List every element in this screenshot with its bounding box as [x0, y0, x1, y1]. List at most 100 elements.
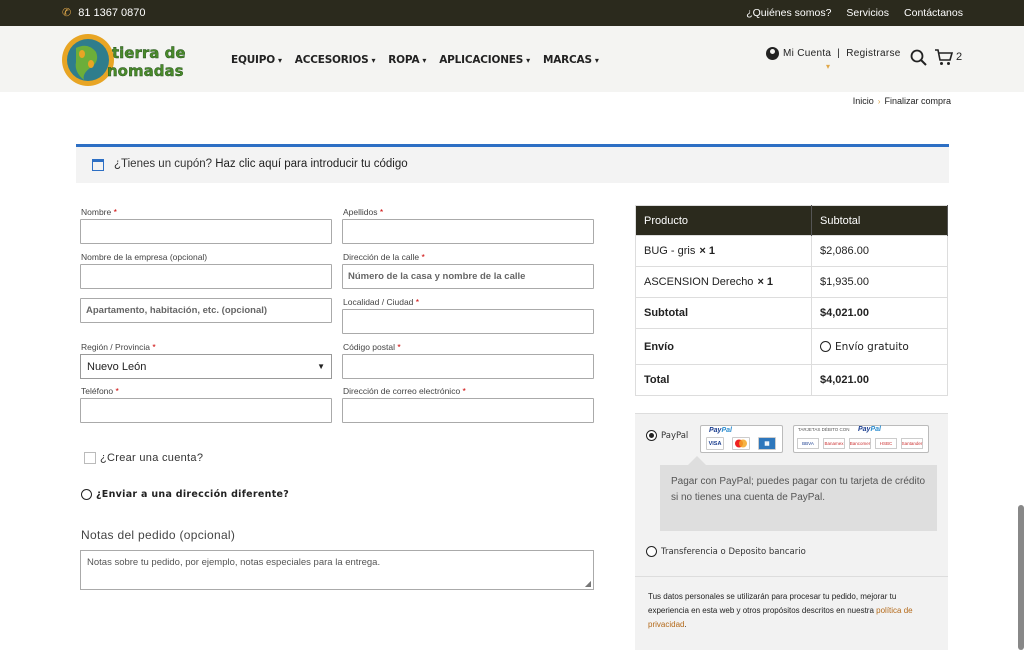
ship-different-label: ¿Enviar a una dirección diferente?: [96, 489, 290, 500]
localidad-label: Localidad / Ciudad *: [343, 297, 420, 307]
hsbc-icon: HSBC: [875, 438, 897, 449]
postal-field[interactable]: [342, 354, 594, 379]
link-quienes-somos[interactable]: ¿Quiénes somos?: [746, 7, 831, 19]
ship-different-radio[interactable]: [81, 489, 92, 500]
resize-handle-icon[interactable]: ◢: [585, 579, 591, 588]
breadcrumb: Inicio › Finalizar compra: [853, 96, 951, 106]
nav-ropa[interactable]: ROPA ▾: [388, 54, 426, 66]
item-price: $2,086.00: [811, 235, 948, 267]
postal-label: Código postal *: [343, 342, 401, 352]
paypal-option[interactable]: PayPal: [646, 430, 688, 441]
order-summary-table: Producto Subtotal BUG - gris × 1 $2,086.0…: [635, 205, 948, 396]
empresa-label: Nombre de la empresa (opcional): [81, 252, 208, 262]
table-row: BUG - gris × 1 $2,086.00: [635, 235, 948, 267]
register-link[interactable]: Registrarse: [846, 48, 900, 59]
breadcrumb-current: Finalizar compra: [884, 96, 951, 106]
total-label: Total: [635, 364, 812, 396]
paypal-label: PayPal: [661, 430, 689, 441]
chevron-down-icon: ▾: [594, 55, 599, 65]
top-links: ¿Quiénes somos? Servicios Contáctanos: [746, 7, 963, 19]
telefono-field[interactable]: [80, 398, 332, 423]
banamex-icon: Banamex: [823, 438, 845, 449]
shipping-row: Envío Envío gratuito: [635, 328, 948, 365]
shipping-value: Envío gratuito: [835, 340, 909, 353]
col-subtotal: Subtotal: [811, 205, 948, 236]
coupon-link[interactable]: Haz clic aquí para introducir tu código: [215, 158, 407, 170]
table-header-row: Producto Subtotal: [635, 205, 948, 236]
my-account-link[interactable]: Mi Cuenta: [783, 48, 831, 59]
nav-accesorios[interactable]: ACCESORIOS ▾: [295, 54, 376, 66]
search-icon[interactable]: [910, 49, 927, 66]
region-select[interactable]: Nuevo León ▼: [80, 354, 332, 379]
coupon-notice: ¿Tienes un cupón? Haz clic aquí para int…: [76, 144, 949, 183]
create-account-option[interactable]: ¿Crear una cuenta?: [84, 452, 203, 464]
email-field[interactable]: [342, 398, 594, 423]
nav-equipo[interactable]: EQUIPO ▾: [231, 54, 282, 66]
item-name: BUG - gris × 1: [635, 235, 812, 267]
calle-field[interactable]: Número de la casa y nombre de la calle: [342, 264, 594, 289]
account-caret-icon: ▾: [826, 62, 831, 71]
nav-label: ROPA: [388, 54, 420, 66]
debit-caption: TARJETAS DÉBITO CON: [798, 427, 850, 432]
order-notes-textarea[interactable]: Notas sobre tu pedido, por ejemplo, nota…: [80, 550, 594, 590]
user-icon: [766, 47, 779, 60]
account-separator: |: [837, 48, 841, 59]
create-account-checkbox[interactable]: [84, 452, 96, 464]
paypal-debit-logo: TARJETAS DÉBITO CON PayPal BBVA Banamex …: [793, 425, 929, 453]
bancomer-icon: Bancomer: [849, 438, 871, 449]
nav-marcas[interactable]: MARCAS ▾: [543, 54, 599, 66]
create-account-label: ¿Crear una cuenta?: [100, 452, 204, 464]
shipping-radio[interactable]: [820, 341, 831, 352]
paypal-cards-logo: PayPal VISA ▦: [700, 425, 783, 453]
site-header: tierra de nomadas EQUIPO ▾ ACCESORIOS ▾ RO…: [0, 26, 1024, 92]
main-nav: EQUIPO ▾ ACCESORIOS ▾ ROPA ▾ APLICACIONES ▾ …: [231, 54, 599, 66]
nav-aplicaciones[interactable]: APLICACIONES ▾: [439, 54, 530, 66]
table-row: ASCENSION Derecho × 1 $1,935.00: [635, 266, 948, 298]
phone-contact[interactable]: ✆ 81 1367 0870: [62, 6, 146, 20]
shipping-option[interactable]: Envío gratuito: [820, 341, 939, 353]
bbva-icon: BBVA: [797, 438, 819, 449]
phone-number: 81 1367 0870: [78, 6, 146, 19]
subtotal-value: $4,021.00: [811, 297, 948, 329]
nav-label: EQUIPO: [231, 54, 275, 66]
shipping-cell: Envío gratuito: [811, 328, 948, 365]
coupon-text: ¿Tienes un cupón? Haz clic aquí para int…: [114, 158, 408, 170]
nav-label: MARCAS: [542, 54, 592, 66]
logo-text-1: tierra de: [112, 44, 185, 62]
privacy-text: Tus datos personales se utilizarán para …: [648, 592, 897, 615]
visa-icon: VISA: [706, 437, 724, 450]
coupon-question: ¿Tienes un cupón?: [114, 158, 213, 170]
region-label: Región / Provincia *: [81, 342, 156, 352]
transfer-option[interactable]: Transferencia o Deposito bancario: [646, 546, 806, 557]
chevron-right-icon: ›: [877, 96, 881, 106]
link-servicios[interactable]: Servicios: [846, 7, 889, 19]
empresa-field[interactable]: [80, 264, 332, 289]
notes-label: Notas del pedido (opcional): [81, 528, 236, 542]
paypal-radio[interactable]: [646, 430, 657, 441]
nombre-field[interactable]: [80, 219, 332, 244]
chevron-down-icon: ▾: [526, 55, 530, 65]
cart-button[interactable]: 2: [934, 48, 962, 66]
page-scrollbar[interactable]: [1018, 505, 1024, 650]
apellidos-label: Apellidos *: [343, 207, 384, 217]
transfer-radio[interactable]: [646, 546, 657, 557]
localidad-field[interactable]: [342, 309, 594, 334]
chevron-down-icon: ▾: [371, 55, 376, 65]
chevron-down-icon: ▾: [422, 55, 427, 65]
nombre-label: Nombre *: [81, 207, 117, 217]
email-label: Dirección de correo electrónico *: [343, 386, 466, 396]
paypal-description: Pagar con PayPal; puedes pagar con tu ta…: [660, 465, 937, 531]
transfer-label: Transferencia o Deposito bancario: [661, 546, 806, 557]
site-logo[interactable]: tierra de nomadas: [60, 32, 185, 88]
total-row: Total $4,021.00: [635, 364, 948, 396]
shipping-label: Envío: [635, 328, 812, 365]
apartamento-field[interactable]: Apartamento, habitación, etc. (opcional): [80, 298, 332, 323]
dropdown-arrow-icon: ▼: [317, 362, 325, 371]
cart-count: 2: [956, 51, 963, 63]
link-contactanos[interactable]: Contáctanos: [904, 7, 963, 19]
ship-different-option[interactable]: ¿Enviar a una dirección diferente?: [81, 489, 289, 500]
subtotal-row: Subtotal $4,021.00: [635, 297, 948, 329]
subtotal-label: Subtotal: [635, 297, 812, 329]
apellidos-field[interactable]: [342, 219, 594, 244]
breadcrumb-home[interactable]: Inicio: [853, 96, 874, 106]
